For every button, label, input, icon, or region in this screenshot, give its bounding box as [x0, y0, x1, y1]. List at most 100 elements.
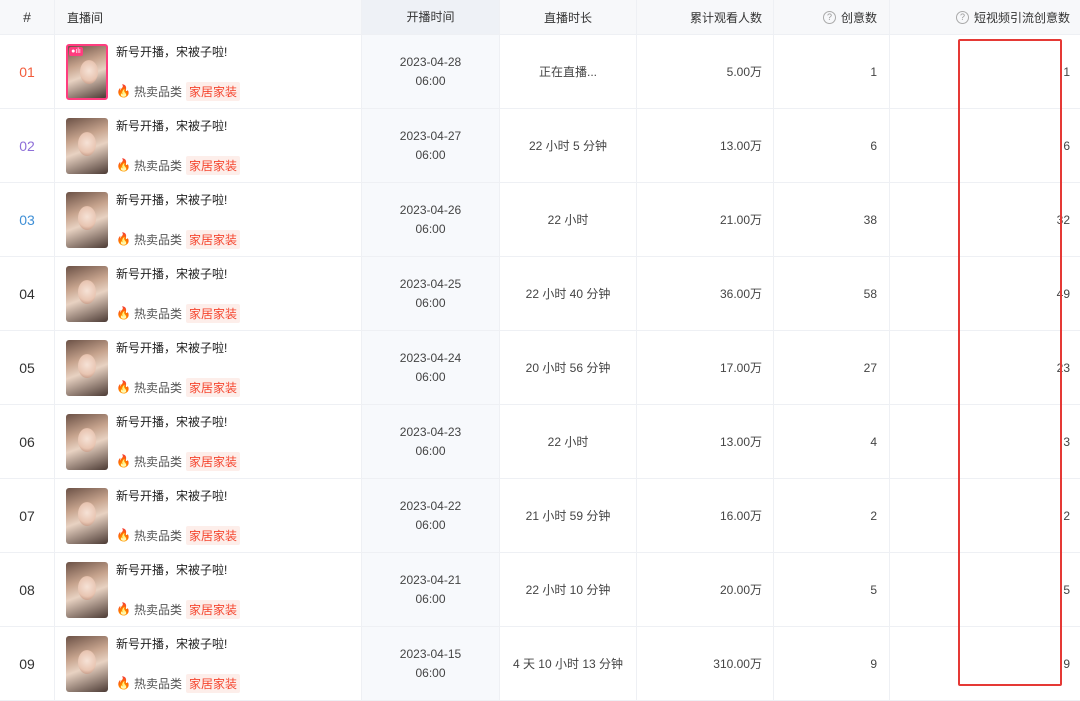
room-title[interactable]: 新号开播，宋被子啦!: [116, 339, 240, 356]
category-tag: 家居家装: [185, 81, 240, 101]
start-date: 2023-04-22: [399, 498, 462, 513]
room-cover-thumbnail[interactable]: [66, 191, 108, 248]
table-row[interactable]: 06 新号开播，宋被子啦! 🔥 热卖品类 家居家装 2023-04-23 06:00 22 小…: [0, 405, 1080, 479]
table-row[interactable]: 02 新号开播，宋被子啦! 🔥 热卖品类 家居家装 2023-04-27 06:00 22 小…: [0, 109, 1080, 183]
start-time-cell: 2023-04-25 06:00: [362, 257, 500, 330]
room-cover-thumbnail[interactable]: [66, 561, 108, 618]
room-cell[interactable]: 新号开播，宋被子啦! 🔥 热卖品类 家居家装: [55, 331, 362, 404]
room-cell[interactable]: 新号开播，宋被子啦! 🔥 热卖品类 家居家装: [55, 109, 362, 182]
hot-category-label: 热卖品类: [133, 306, 182, 321]
start-time-cell: 2023-04-26 06:00: [362, 183, 500, 256]
table-row[interactable]: 07 新号开播，宋被子啦! 🔥 热卖品类 家居家装 2023-04-22 06:00 21 小…: [0, 479, 1080, 553]
viewers-cell: 36.00万: [637, 257, 774, 330]
live-room-table: # 直播间 开播时间 直播时长 累计观看人数 ? 创意数 ? 短视频引流创意数 …: [0, 0, 1080, 701]
row-index: 08: [0, 553, 55, 626]
start-time-cell: 2023-04-28 06:00: [362, 35, 500, 108]
table-header: # 直播间 开播时间 直播时长 累计观看人数 ? 创意数 ? 短视频引流创意数: [0, 0, 1080, 35]
room-title[interactable]: 新号开播，宋被子啦!: [116, 191, 240, 208]
duration-cell: 20 小时 56 分钟: [500, 331, 637, 404]
room-cell[interactable]: 新号开播，宋被子啦! 🔥 热卖品类 家居家装: [55, 479, 362, 552]
creatives-cell: 58: [774, 257, 890, 330]
room-cell[interactable]: 新号开播，宋被子啦! 🔥 热卖品类 家居家装: [55, 183, 362, 256]
room-cell[interactable]: 新号开播，宋被子啦! 🔥 热卖品类 家居家装: [55, 257, 362, 330]
header-short-video-creatives[interactable]: ? 短视频引流创意数: [890, 0, 1080, 34]
header-creatives[interactable]: ? 创意数: [774, 0, 890, 34]
creatives-cell: 2: [774, 479, 890, 552]
room-tags: 🔥 热卖品类 家居家装: [116, 599, 240, 619]
room-info: 新号开播，宋被子啦! 🔥 热卖品类 家居家装: [116, 117, 240, 175]
row-index: 06: [0, 405, 55, 478]
room-title[interactable]: 新号开播，宋被子啦!: [116, 43, 240, 60]
row-index: 02: [0, 109, 55, 182]
category-tag: 家居家装: [185, 377, 240, 397]
hot-category-label: 热卖品类: [133, 158, 182, 173]
room-title[interactable]: 新号开播，宋被子啦!: [116, 117, 240, 134]
row-index: 04: [0, 257, 55, 330]
header-duration[interactable]: 直播时长: [500, 0, 637, 34]
table-body: 01 ●ılı 新号开播，宋被子啦! 🔥 热卖品类 家居家装 2023-04-28 06:00…: [0, 35, 1080, 701]
row-index-text: 08: [19, 581, 35, 598]
row-index-text: 09: [19, 655, 35, 672]
creatives-cell: 5: [774, 553, 890, 626]
room-tags: 🔥 热卖品类 家居家装: [116, 155, 240, 175]
room-title[interactable]: 新号开播，宋被子啦!: [116, 561, 240, 578]
start-clock: 06:00: [415, 147, 446, 162]
start-clock: 06:00: [415, 443, 446, 458]
table-row[interactable]: 04 新号开播，宋被子啦! 🔥 热卖品类 家居家装 2023-04-25 06:00 22 小…: [0, 257, 1080, 331]
viewers-cell: 5.00万: [637, 35, 774, 108]
creatives-cell: 38: [774, 183, 890, 256]
start-clock: 06:00: [415, 73, 446, 88]
table-row[interactable]: 03 新号开播，宋被子啦! 🔥 热卖品类 家居家装 2023-04-26 06:00 22 小…: [0, 183, 1080, 257]
category-tag: 家居家装: [185, 303, 240, 323]
room-cover-thumbnail[interactable]: [66, 413, 108, 470]
room-info: 新号开播，宋被子啦! 🔥 热卖品类 家居家装: [116, 561, 240, 619]
row-index-text: 01: [19, 63, 35, 80]
room-cover-thumbnail[interactable]: [66, 117, 108, 174]
viewers-cell: 310.00万: [637, 627, 774, 700]
room-cover-thumbnail[interactable]: [66, 339, 108, 396]
short-video-creatives-cell: 49: [1056, 286, 1070, 301]
room-cover-thumbnail[interactable]: [66, 487, 108, 544]
room-title[interactable]: 新号开播，宋被子啦!: [116, 487, 240, 504]
help-icon[interactable]: ?: [822, 10, 836, 24]
row-index: 03: [0, 183, 55, 256]
room-cover-thumbnail[interactable]: ●ılı: [66, 43, 108, 100]
room-cell[interactable]: 新号开播，宋被子啦! 🔥 热卖品类 家居家装: [55, 405, 362, 478]
creatives-cell: 6: [774, 109, 890, 182]
room-cell[interactable]: ●ılı 新号开播，宋被子啦! 🔥 热卖品类 家居家装: [55, 35, 362, 108]
start-clock: 06:00: [415, 369, 446, 384]
short-video-creatives-cell: 5: [1063, 582, 1070, 597]
room-info: 新号开播，宋被子啦! 🔥 热卖品类 家居家装: [116, 191, 240, 249]
room-title[interactable]: 新号开播，宋被子啦!: [116, 265, 240, 282]
duration-cell: 22 小时 40 分钟: [500, 257, 637, 330]
room-tags: 🔥 热卖品类 家居家装: [116, 303, 240, 323]
help-icon[interactable]: ?: [955, 10, 969, 24]
viewers-cell: 20.00万: [637, 553, 774, 626]
start-date: 2023-04-25: [399, 276, 462, 291]
hot-category-label: 热卖品类: [133, 676, 182, 691]
duration-cell: 22 小时 10 分钟: [500, 553, 637, 626]
start-clock: 06:00: [415, 517, 446, 532]
table-row[interactable]: 09 新号开播，宋被子啦! 🔥 热卖品类 家居家装 2023-04-15 06:00 4 天 …: [0, 627, 1080, 701]
room-tags: 🔥 热卖品类 家居家装: [116, 377, 240, 397]
room-cover-thumbnail[interactable]: [66, 635, 108, 692]
header-index: #: [0, 0, 55, 34]
start-time-cell: 2023-04-27 06:00: [362, 109, 500, 182]
creatives-cell: 27: [774, 331, 890, 404]
room-cell[interactable]: 新号开播，宋被子啦! 🔥 热卖品类 家居家装: [55, 553, 362, 626]
room-cell[interactable]: 新号开播，宋被子啦! 🔥 热卖品类 家居家装: [55, 627, 362, 700]
table-row[interactable]: 05 新号开播，宋被子啦! 🔥 热卖品类 家居家装 2023-04-24 06:00 20 小…: [0, 331, 1080, 405]
table-row[interactable]: 08 新号开播，宋被子啦! 🔥 热卖品类 家居家装 2023-04-21 06:00 22 小…: [0, 553, 1080, 627]
fire-icon: 🔥: [116, 528, 131, 542]
category-tag: 家居家装: [185, 599, 240, 619]
category-tag: 家居家装: [185, 229, 240, 249]
viewers-cell: 13.00万: [637, 405, 774, 478]
room-cover-thumbnail[interactable]: [66, 265, 108, 322]
header-start-time[interactable]: 开播时间: [362, 0, 500, 34]
table-row[interactable]: 01 ●ılı 新号开播，宋被子啦! 🔥 热卖品类 家居家装 2023-04-28 06:00…: [0, 35, 1080, 109]
header-viewers[interactable]: 累计观看人数: [637, 0, 774, 34]
fire-icon: 🔥: [116, 454, 131, 468]
room-title[interactable]: 新号开播，宋被子啦!: [116, 413, 240, 430]
start-time-cell: 2023-04-24 06:00: [362, 331, 500, 404]
room-title[interactable]: 新号开播，宋被子啦!: [116, 635, 240, 652]
